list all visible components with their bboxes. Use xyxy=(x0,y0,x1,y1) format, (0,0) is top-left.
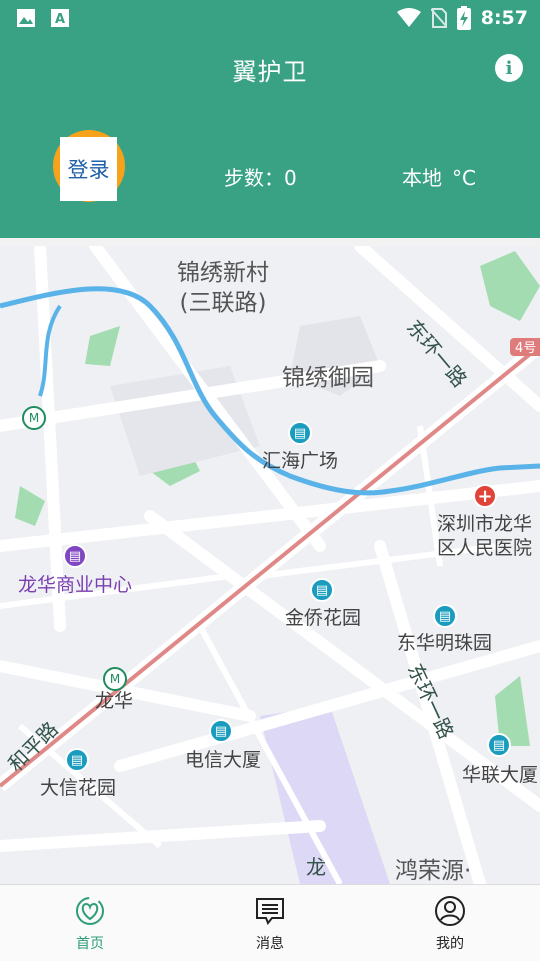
location-label: 本地 xyxy=(402,166,442,190)
map-label-hospital: 深圳市龙华区人民医院 xyxy=(437,513,533,559)
login-button[interactable]: 登录 xyxy=(60,137,117,201)
battery-charging-icon xyxy=(456,6,471,30)
header-bar: A 8:57 翼护卫 i 登录 步数：0 本地 °C xyxy=(0,0,540,238)
map-label-daxin: 大信花园 xyxy=(40,777,117,799)
map-label-jinqiao: 金侨花园 xyxy=(285,607,362,629)
road-label-long: 龙 xyxy=(306,855,326,879)
metro-badge: 4号 xyxy=(515,341,536,356)
tab-profile[interactable]: 我的 xyxy=(360,885,540,961)
tab-messages-label: 消息 xyxy=(256,936,284,952)
tab-messages[interactable]: 消息 xyxy=(180,885,360,961)
metro-station-icon[interactable]: M xyxy=(22,406,46,430)
poi-building-icon[interactable]: ▤ xyxy=(310,578,334,602)
map-label-commerce: 龙华商业中心 xyxy=(18,574,133,596)
step-count: 步数：0 xyxy=(224,166,297,190)
header-divider xyxy=(0,238,540,246)
poi-building-icon[interactable]: ▤ xyxy=(65,748,89,772)
tab-home-label: 首页 xyxy=(76,936,104,952)
map-label-jinxiu-yuyuan: 锦绣御园 xyxy=(282,365,374,391)
poi-building-icon[interactable]: ▤ xyxy=(433,604,457,628)
bottom-tab-bar: 首页 消息 我的 xyxy=(0,884,540,961)
poi-shopping-icon[interactable]: ▤ xyxy=(63,544,87,568)
map-view[interactable]: 4号 锦绣新村(三联路) 锦绣御园 ▤ 汇海广场 + 深圳市龙华区人民医院 ▤ … xyxy=(0,246,540,884)
status-time: 8:57 xyxy=(480,7,528,29)
poi-building-icon[interactable]: ▤ xyxy=(209,719,233,743)
no-sim-icon xyxy=(430,8,447,28)
profile-icon xyxy=(435,896,465,926)
metro-station-icon[interactable]: M xyxy=(103,667,127,691)
svg-text:A: A xyxy=(55,12,65,27)
temperature-unit: °C xyxy=(452,166,476,190)
poi-hospital-icon[interactable]: + xyxy=(473,484,497,508)
map-label-jinxiu-xincun: 锦绣新村(三联路) xyxy=(177,260,269,316)
map-label-dianxin: 电信大厦 xyxy=(185,749,262,771)
map-label-hualian: 华联大厦 xyxy=(462,764,539,786)
message-icon xyxy=(256,898,284,925)
map-label-huihai: 汇海广场 xyxy=(262,450,339,472)
heart-home-icon xyxy=(76,897,104,925)
status-bar: A 8:57 xyxy=(0,0,540,36)
image-icon xyxy=(17,9,35,27)
poi-building-icon[interactable]: ▤ xyxy=(487,733,511,757)
weather-info: 本地 °C xyxy=(402,162,476,191)
info-icon[interactable]: i xyxy=(495,54,523,82)
app-title: 翼护卫 xyxy=(232,58,308,86)
poi-building-icon[interactable]: ▤ xyxy=(288,421,312,445)
text-icon: A xyxy=(51,9,69,27)
map-label-longhua: 龙华 xyxy=(95,690,134,712)
tab-home[interactable]: 首页 xyxy=(0,885,180,961)
map-label-donghua: 东华明珠园 xyxy=(397,632,493,654)
map-label-hongrong: 鸿荣源· xyxy=(395,858,472,884)
tab-profile-label: 我的 xyxy=(436,936,464,952)
wifi-icon xyxy=(396,8,421,27)
